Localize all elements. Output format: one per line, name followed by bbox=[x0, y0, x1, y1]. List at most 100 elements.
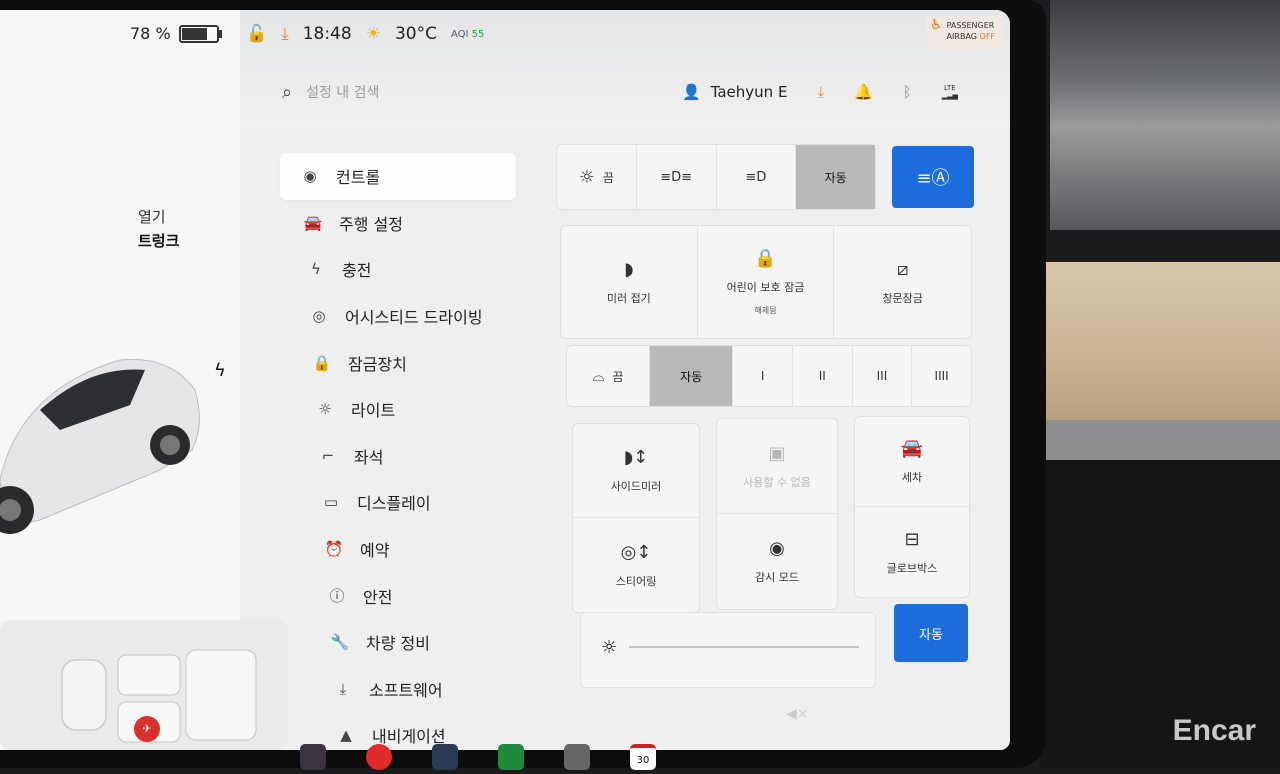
seat-icon: ⌐ bbox=[321, 446, 335, 465]
app-icon-1[interactable] bbox=[300, 744, 326, 770]
parking-lights-button[interactable]: ≡D≡ bbox=[637, 145, 717, 209]
misc-tiles: 🚘 세차 ⊟ 글로브박스 bbox=[854, 416, 970, 598]
wipers-auto-label: 자동 bbox=[680, 369, 703, 384]
brightness-slider[interactable] bbox=[629, 646, 859, 648]
menu-item-10[interactable]: 🔧 차량 정비 bbox=[310, 619, 520, 666]
sun-icon: ☼ bbox=[578, 166, 595, 188]
auto-high-beam-button[interactable]: ≡Ⓐ bbox=[892, 146, 974, 208]
brightness-auto-button[interactable]: 자동 bbox=[894, 604, 968, 662]
menu-item-11[interactable]: ⤓ 소프트웨어 bbox=[313, 666, 520, 713]
steering-wheel-icon: ◎ bbox=[312, 307, 326, 326]
lte-label: LTE bbox=[944, 84, 956, 92]
menu-item-label: 소프트웨어 bbox=[369, 680, 443, 700]
display-icon: ▭ bbox=[323, 493, 339, 512]
clock: 18:48 bbox=[302, 24, 352, 44]
software-download-icon[interactable]: ⤓ bbox=[817, 83, 824, 101]
glovebox-tile[interactable]: ⊟ 글로브박스 bbox=[855, 507, 969, 597]
menu-item-7[interactable]: ▭ 디스플레이 bbox=[301, 479, 520, 526]
menu-item-9[interactable]: ⓘ 안전 bbox=[307, 572, 520, 619]
wiper-speed-2-button[interactable]: II bbox=[793, 346, 853, 406]
window-lock-tile[interactable]: ⧄ 창문잠금 bbox=[834, 226, 971, 338]
headlight-mode-selector: ☼ 끔 ≡D≡ ≡D 자동 bbox=[556, 144, 876, 210]
wipers-off-label: 끔 bbox=[612, 369, 624, 384]
bell-icon[interactable]: 🔔 bbox=[854, 83, 873, 101]
headlights-auto-button[interactable]: 자동 bbox=[796, 145, 875, 209]
charge-port-bolt-icon[interactable]: ϟ bbox=[214, 360, 226, 381]
airbag-line2: AIRBAG bbox=[946, 32, 977, 41]
info-icon: ⓘ bbox=[329, 587, 345, 606]
trunk-open-control[interactable]: 열기 트렁크 bbox=[138, 205, 179, 253]
wipers-off-button[interactable]: ⌓ 끔 bbox=[567, 346, 651, 406]
dashcam-unavailable-label: 사용할 수 없음 bbox=[743, 475, 811, 489]
wiper-selector: ⌓ 끔 자동 I II III IIII bbox=[566, 345, 972, 407]
mirror-icon: ◗ bbox=[624, 258, 634, 280]
menu-item-label: 안전 bbox=[363, 587, 393, 607]
car-wash-tile[interactable]: 🚘 세차 bbox=[855, 417, 969, 507]
headlights-off-button[interactable]: ☼ 끔 bbox=[557, 145, 637, 209]
wiper-speed-3-label: III bbox=[876, 369, 888, 383]
steering-wheel-adjust-icon: ◎↕ bbox=[620, 541, 652, 563]
parking-lights-icon: ≡D≡ bbox=[660, 169, 693, 185]
menu-item-5[interactable]: ☼ 라이트 bbox=[295, 386, 520, 433]
menu-item-2[interactable]: ϟ 충전 bbox=[286, 246, 520, 293]
menu-item-label: 잠금장치 bbox=[348, 354, 407, 374]
menu-item-1[interactable]: 🚘 주행 설정 bbox=[283, 200, 520, 247]
trunk-label: 트렁크 bbox=[138, 232, 180, 250]
steering-label: 스티어링 bbox=[615, 574, 657, 588]
glovebox-label: 글로브박스 bbox=[886, 561, 938, 575]
menu-item-0[interactable]: ◉ 컨트롤 bbox=[280, 153, 516, 200]
download-icon[interactable]: ⤓ bbox=[281, 24, 289, 44]
app-dock: 30 bbox=[300, 744, 656, 770]
dashboard-trim-strip bbox=[1046, 420, 1280, 460]
wipers-auto-button[interactable]: 자동 bbox=[650, 346, 734, 406]
low-beam-button[interactable]: ≡D bbox=[717, 145, 797, 209]
menu-item-4[interactable]: 🔒 잠금장치 bbox=[292, 339, 520, 386]
info-app-icon[interactable] bbox=[564, 744, 590, 770]
wiper-speed-4-label: IIII bbox=[934, 369, 949, 383]
sun-icon: ☼ bbox=[318, 400, 332, 419]
stocks-app-icon[interactable] bbox=[498, 744, 524, 770]
mirror-fold-tile[interactable]: ◗ 미러 접기 bbox=[561, 226, 698, 338]
menu-item-label: 컨트롤 bbox=[336, 168, 381, 188]
airbag-off-icon: ✈ bbox=[134, 716, 160, 742]
launcher-icon[interactable] bbox=[432, 744, 458, 770]
person-icon: 👤 bbox=[682, 83, 701, 101]
steering-adjust-tile[interactable]: ◎↕ 스티어링 bbox=[573, 518, 699, 612]
download-icon: ⤓ bbox=[339, 679, 347, 698]
calendar-app-icon[interactable]: 30 bbox=[630, 744, 656, 770]
wiper-speed-1-button[interactable]: I bbox=[733, 346, 793, 406]
menu-item-8[interactable]: ⏰ 예약 bbox=[304, 526, 520, 573]
sentry-label: 감시 모드 bbox=[755, 571, 799, 584]
airbag-icon: ♿ bbox=[930, 17, 943, 33]
bluetooth-icon[interactable]: ᛒ bbox=[903, 83, 912, 101]
brightness-sun-icon: ☼ bbox=[601, 637, 618, 658]
child-lock-tile[interactable]: 🔒 어린이 보호 잠금 해제됨 bbox=[698, 226, 835, 338]
search-icon: ⌕ bbox=[282, 81, 293, 103]
wiper-icon: ⌓ bbox=[592, 367, 605, 385]
menu-item-3[interactable]: ◎ 어시스티드 드라이빙 bbox=[289, 293, 520, 340]
user-profile[interactable]: 👤 Taehyun E bbox=[682, 83, 787, 101]
wrench-icon: 🔧 bbox=[330, 633, 350, 652]
sentry-icon: ◉ bbox=[769, 538, 785, 559]
volume-mute-icon[interactable]: ◀× bbox=[786, 706, 809, 722]
mirror-fold-label: 미러 접기 bbox=[606, 291, 651, 305]
menu-item-6[interactable]: ⌐ 좌석 bbox=[298, 433, 520, 480]
child-lock-status: 해제됨 bbox=[754, 306, 777, 315]
wiper-speed-1-label: I bbox=[760, 369, 765, 383]
wiper-speed-4-button[interactable]: IIII bbox=[912, 346, 971, 406]
media-app-icon[interactable] bbox=[366, 744, 392, 770]
settings-header: ⌕ 설정 내 검색 👤 Taehyun E ⤓ 🔔 ᛒ LTE ▂▃▅ bbox=[282, 72, 990, 112]
sentry-mode-tile[interactable]: ◉ 감시 모드 bbox=[717, 514, 837, 609]
aqi-indicator: AQI 55 bbox=[451, 29, 484, 40]
watermark: Encar bbox=[1172, 714, 1256, 747]
adjust-tiles: ◗↕ 사이드미러 ◎↕ 스티어링 bbox=[572, 423, 700, 613]
settings-search[interactable]: ⌕ 설정 내 검색 bbox=[282, 82, 662, 103]
unlock-icon[interactable]: 🔓 bbox=[246, 24, 267, 44]
lock-tiles: ◗ 미러 접기 🔒 어린이 보호 잠금 해제됨 ⧄ 창문잠금 bbox=[560, 225, 972, 339]
wiper-speed-3-button[interactable]: III bbox=[853, 346, 913, 406]
battery-level-fill bbox=[181, 27, 207, 40]
low-beam-icon: ≡D bbox=[745, 169, 767, 185]
settings-menu: ◉ 컨트롤 🚘 주행 설정 ϟ 충전 ◎ 어시스티드 드라이빙 🔒 잠금장치 ☼ 라이트 ⌐ 좌석 ▭ 디스플… bbox=[280, 153, 520, 750]
side-mirror-adjust-tile[interactable]: ◗↕ 사이드미러 bbox=[573, 424, 699, 518]
aqi-label: AQI bbox=[450, 28, 469, 40]
